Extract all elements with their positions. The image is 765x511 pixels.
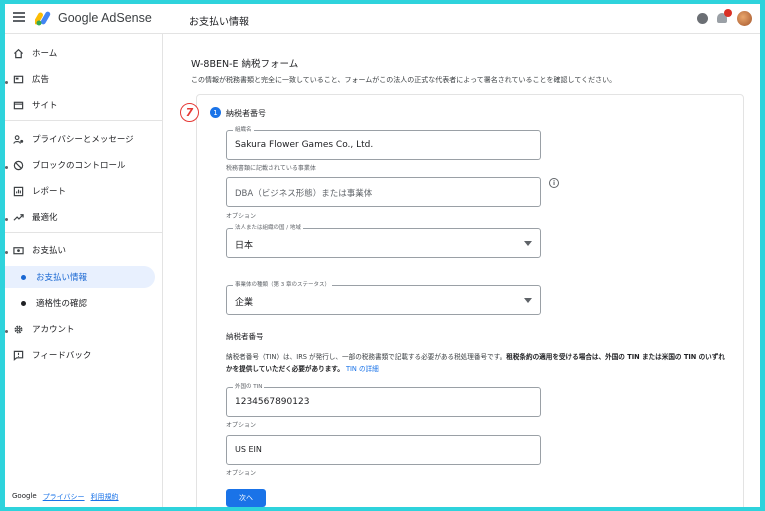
gear-icon [12,323,24,335]
help-icon[interactable] [697,13,708,24]
tin-description-text: 納税者番号（TIN）は、IRS が発行し、一部の税務書類で記載する必要がある税処… [226,353,507,361]
privacy-link[interactable]: プライバシー [43,492,85,502]
sidebar-item-label: サイト [32,101,58,111]
field-value: US EIN [235,445,262,454]
sidebar-item-label: ホーム [32,49,58,59]
sidebar-item-privacy[interactable]: プライバシーとメッセージ [5,128,155,150]
bullet-icon [21,274,26,280]
field-label: 事業体の種類（第 3 章のステータス） [233,281,332,290]
field-value: 1234567890123 [235,397,310,407]
field-placeholder: DBA（ビジネス形態）または事業体 [235,189,373,199]
field-hint: オプション [226,213,257,220]
main-content: W-8BEN-E 納税フォーム この情報が税務書類と完全に一致していること、フォ… [163,34,760,507]
brand-name: Google AdSense [58,11,152,25]
tin-details-link[interactable]: TIN の詳細 [346,365,379,373]
info-icon[interactable]: i [549,178,559,188]
ads-icon [12,73,24,85]
sidebar-item-label: お支払い情報 [36,273,88,283]
field-hint: オプション [226,470,257,477]
tin-description: 納税者番号（TIN）は、IRS が発行し、一部の税務書類で記載する必要がある税処… [226,351,726,375]
bullet-icon [21,300,26,306]
notifications-icon[interactable] [717,9,732,24]
menu-icon[interactable] [13,12,25,24]
feedback-icon [12,349,24,361]
dropdown-arrow-icon [524,298,532,303]
section-number: 1 [210,107,221,118]
sidebar: ホーム 広告 サイト プライバシーとメッセージ ブロックのコントロール レポート… [5,34,163,507]
app-window: Google AdSense お支払い情報 ホーム 広告 サイト プライバシーと… [5,4,760,507]
sidebar-item-label: フィードバック [32,351,92,361]
terms-link[interactable]: 利用規約 [91,492,119,502]
next-button[interactable]: 次へ [226,489,266,507]
sidebar-item-label: お支払い [32,246,67,256]
dba-field[interactable]: DBA（ビジネス形態）または事業体 [226,177,541,207]
sidebar-item-account[interactable]: アカウント [5,318,155,340]
sidebar-footer: Google プライバシー 利用規約 [12,492,119,502]
field-label: 組織名 [233,126,254,135]
sidebar-item-eligibility[interactable]: 適格性の確認 [5,292,155,314]
sidebar-item-label: プライバシーとメッセージ [32,135,134,145]
field-hint: 税務書類に記載されている事業体 [226,165,316,172]
sidebar-item-label: アカウント [32,325,75,335]
field-label: 外国の TIN [233,383,265,392]
sidebar-item-label: 広告 [32,75,50,85]
sidebar-item-label: 最適化 [32,213,58,223]
sidebar-item-ads[interactable]: 広告 [5,68,155,90]
foreign-tin-field[interactable]: 外国の TIN 1234567890123 [226,383,541,417]
field-value: 日本 [235,241,254,251]
sidebar-item-label: ブロックのコントロール [32,161,126,171]
sidebar-item-sites[interactable]: サイト [5,94,155,116]
page-title: お支払い情報 [189,17,249,28]
org-name-field[interactable]: 組織名 Sakura Flower Games Co., Ltd. [226,126,541,160]
sidebar-item-payment-info[interactable]: お支払い情報 [5,266,155,288]
divider [5,120,163,121]
reports-icon [12,185,24,197]
notification-badge [724,9,732,17]
divider [5,232,163,233]
form-description: この情報が税務書類と完全に一致していること、フォームがこの法人の正式な代表者によ… [191,76,617,84]
tin-heading: 納税者番号 [226,332,264,341]
home-icon [12,47,24,59]
field-value: 企業 [235,298,254,308]
sites-icon [12,99,24,111]
dropdown-arrow-icon [524,241,532,246]
us-tin-select[interactable]: US EIN [226,435,541,465]
sidebar-item-label: 適格性の確認 [36,299,88,309]
top-bar: Google AdSense お支払い情報 [5,4,760,34]
sidebar-item-blocking[interactable]: ブロックのコントロール [5,154,155,176]
privacy-icon [12,133,24,145]
block-icon [12,159,24,171]
entity-type-select[interactable]: 事業体の種類（第 3 章のステータス） 企業 [226,281,541,315]
footer-google: Google [12,492,37,500]
form-title: W-8BEN-E 納税フォーム [191,59,299,70]
sidebar-item-feedback[interactable]: フィードバック [5,344,155,366]
sidebar-item-payments[interactable]: お支払い [5,239,155,261]
section-title: 納税者番号 [226,109,266,118]
sidebar-item-reports[interactable]: レポート [5,180,155,202]
country-select[interactable]: 法人または組織の国 / 地域 日本 [226,224,541,258]
field-hint: オプション [226,422,257,429]
adsense-logo-icon [35,11,51,26]
payments-icon [12,244,24,256]
field-value: Sakura Flower Games Co., Ltd. [235,140,374,150]
sidebar-item-optimization[interactable]: 最適化 [5,206,155,228]
sidebar-item-home[interactable]: ホーム [5,42,155,64]
sidebar-item-label: レポート [32,187,67,197]
field-label: 法人または組織の国 / 地域 [233,224,303,233]
avatar[interactable] [737,11,752,26]
trending-up-icon [12,211,24,223]
step-marker: 7 [180,103,199,122]
